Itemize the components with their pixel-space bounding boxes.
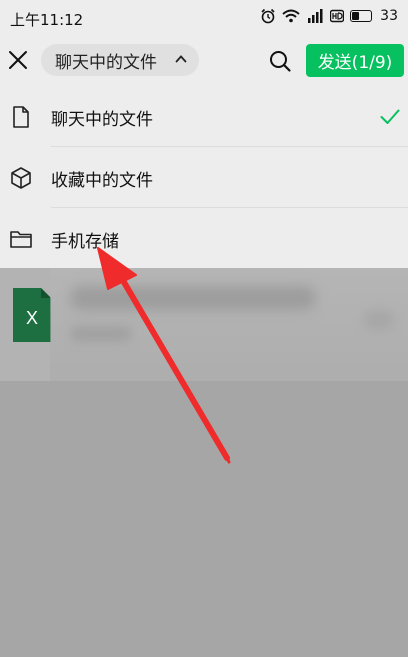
top-toolbar: 聊天中的文件 发送(1/9) xyxy=(0,36,408,86)
menu-item-chat-files[interactable]: 聊天中的文件 xyxy=(0,86,408,146)
chevron-up-icon xyxy=(175,55,187,63)
wifi-icon xyxy=(282,9,300,23)
checkmark-icon xyxy=(380,109,400,124)
blurred-select-control xyxy=(364,310,394,330)
list-item[interactable]: X xyxy=(0,268,408,381)
search-icon[interactable] xyxy=(268,49,292,73)
cube-icon xyxy=(11,167,31,189)
battery-icon xyxy=(350,10,373,22)
close-icon[interactable] xyxy=(7,49,29,71)
battery-level: 33 xyxy=(380,8,398,24)
menu-item-label: 收藏中的文件 xyxy=(51,171,153,191)
blurred-region xyxy=(50,268,408,381)
signal-icon xyxy=(308,9,323,23)
blurred-file-name xyxy=(70,286,316,310)
menu-item-phone-storage[interactable]: 手机存储 xyxy=(0,208,408,268)
send-button[interactable]: 发送(1/9) xyxy=(306,44,404,77)
status-time: 上午11:12 xyxy=(10,11,84,29)
file-list-overlay: X xyxy=(0,268,408,657)
excel-icon-letter: X xyxy=(26,308,38,328)
source-menu: 聊天中的文件 收藏中的文件 手机存储 xyxy=(0,86,408,268)
folder-icon xyxy=(10,231,32,248)
status-icons: 33 xyxy=(260,8,398,24)
menu-item-label: 手机存储 xyxy=(51,232,119,252)
document-icon xyxy=(13,106,29,128)
excel-icon: X xyxy=(13,288,51,342)
alarm-icon xyxy=(261,8,275,24)
source-dropdown[interactable]: 聊天中的文件 xyxy=(41,44,199,76)
status-bar: 上午11:12 33 xyxy=(0,0,408,36)
menu-item-favorites-files[interactable]: 收藏中的文件 xyxy=(0,147,408,207)
hd-icon xyxy=(330,9,345,23)
dropdown-label: 聊天中的文件 xyxy=(55,52,157,73)
menu-item-label: 聊天中的文件 xyxy=(51,110,153,130)
blurred-file-meta xyxy=(70,326,132,342)
